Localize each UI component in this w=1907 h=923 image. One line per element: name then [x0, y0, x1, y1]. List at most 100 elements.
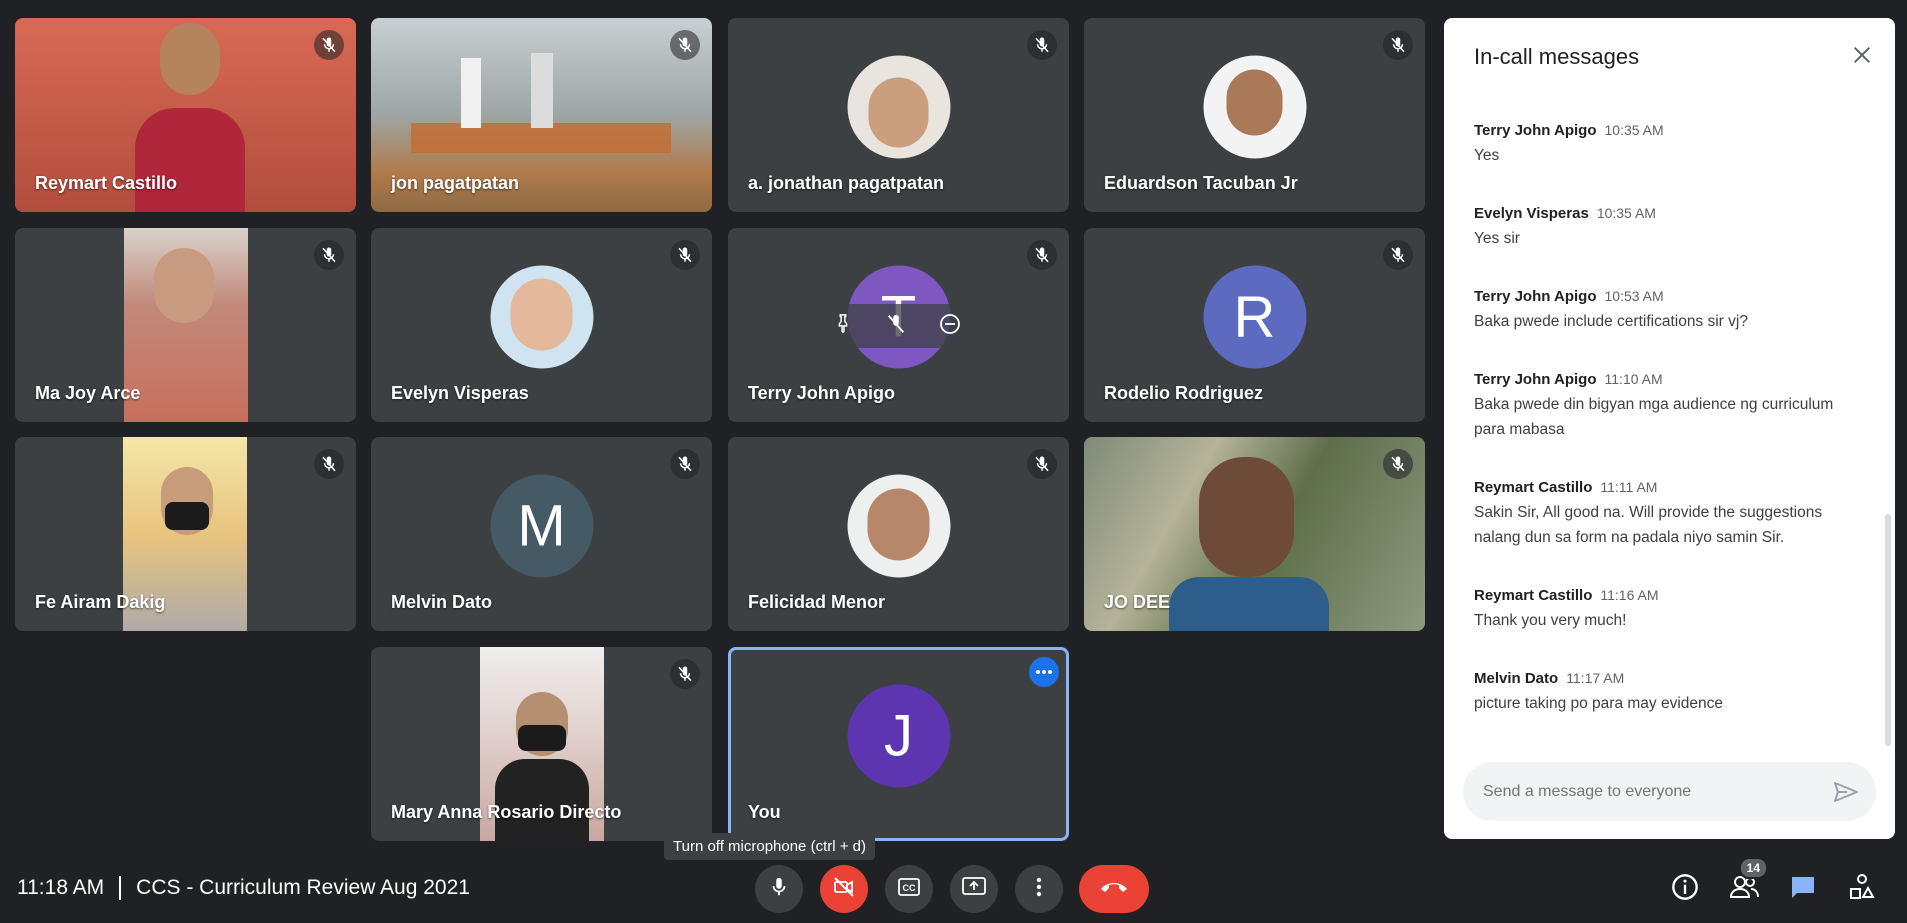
avatar: [1203, 55, 1306, 159]
message-composer: [1463, 762, 1876, 821]
avatar: R: [1203, 265, 1306, 369]
message-sender: Terry John Apigo: [1474, 371, 1597, 388]
participant-tile[interactable]: Eduardson Tacuban Jr: [1084, 18, 1425, 212]
mic-off-icon: [314, 30, 344, 60]
self-tile[interactable]: J You: [728, 647, 1069, 841]
captions-button[interactable]: CC: [885, 865, 933, 913]
activities-button[interactable]: [1842, 869, 1882, 909]
captions-icon: CC: [897, 877, 921, 902]
tile-hover-controls: [816, 304, 978, 348]
mic-off-icon: [670, 240, 700, 270]
mic-tooltip: Turn off microphone (ctrl + d): [664, 833, 875, 860]
leave-call-button[interactable]: [1079, 865, 1149, 913]
chat-scrollbar[interactable]: [1885, 514, 1891, 746]
present-button[interactable]: [950, 865, 998, 913]
mic-off-icon: [314, 240, 344, 270]
participant-name: Mary Anna Rosario Directo: [391, 802, 622, 822]
chat-message: Terry John Apigo 11:10 AM Baka pwede din …: [1474, 367, 1864, 442]
participant-tile[interactable]: JO DEE: [1084, 437, 1425, 631]
info-icon: [1671, 873, 1699, 906]
videocam-off-icon: [832, 875, 856, 904]
mic-off-icon: [1027, 240, 1057, 270]
participant-name: Eduardson Tacuban Jr: [1104, 173, 1298, 193]
mic-off-icon: [670, 659, 700, 689]
chat-icon: [1789, 874, 1817, 905]
svg-text:CC: CC: [903, 883, 916, 893]
people-count-badge: 14: [1738, 857, 1768, 879]
call-end-icon: [1099, 880, 1129, 899]
participant-name: Rodelio Rodriguez: [1104, 383, 1263, 403]
mic-off-icon[interactable]: [885, 313, 907, 340]
mic-off-icon: [670, 30, 700, 60]
message-text: picture taking po para may evidence: [1474, 695, 1724, 712]
mic-off-icon: [1383, 449, 1413, 479]
mic-off-icon: [314, 449, 344, 479]
avatar: M: [490, 474, 593, 578]
avatar: [490, 265, 593, 369]
chat-button[interactable]: [1783, 869, 1823, 909]
close-icon[interactable]: [1851, 44, 1873, 71]
participant-tile[interactable]: Evelyn Visperas: [371, 228, 712, 422]
message-sender: Reymart Castillo: [1474, 479, 1593, 496]
send-icon[interactable]: [1826, 781, 1866, 803]
chat-message: Reymart Castillo 11:16 AM Thank you very …: [1474, 583, 1864, 633]
more-options-button[interactable]: [1015, 865, 1063, 913]
participant-tile[interactable]: Ma Joy Arce: [15, 228, 356, 422]
chat-panel: In-call messages Terry John Apigo 10:35 A…: [1444, 18, 1895, 839]
participant-name: JO DEE: [1104, 592, 1171, 612]
mic-off-icon: [670, 449, 700, 479]
meeting-info-button[interactable]: [1665, 869, 1705, 909]
chat-message: Terry John Apigo 10:35 AM Yes: [1474, 118, 1864, 168]
minus-circle-icon[interactable]: [938, 312, 962, 341]
present-icon: [961, 876, 987, 903]
mic-off-icon: [1027, 449, 1057, 479]
participant-tile[interactable]: Fe Airam Dakig: [15, 437, 356, 631]
meeting-time: 11:18 AM: [17, 876, 105, 899]
message-sender: Evelyn Visperas: [1474, 205, 1589, 222]
participant-video: [124, 228, 248, 422]
chat-message: Reymart Castillo 11:11 AM Sakin Sir, All …: [1474, 475, 1864, 550]
message-text: Sakin Sir, All good na. Will provide the…: [1474, 504, 1823, 546]
chat-message: Melvin Dato 11:17 AM picture taking po pa…: [1474, 666, 1864, 716]
participant-tile[interactable]: Reymart Castillo: [15, 18, 356, 212]
participant-name: You: [748, 802, 781, 822]
people-button[interactable]: 14: [1724, 857, 1768, 909]
message-input[interactable]: [1481, 781, 1826, 802]
more-horizontal-icon[interactable]: [1029, 657, 1059, 687]
meeting-details: 11:18 AM CCS - Curriculum Review Aug 202…: [17, 876, 470, 900]
message-time: 11:10 AM: [1604, 371, 1663, 387]
message-time: 11:16 AM: [1600, 587, 1659, 603]
participant-name: a. jonathan pagatpatan: [748, 173, 945, 193]
chat-message: Evelyn Visperas 10:35 AM Yes sir: [1474, 201, 1864, 251]
participant-name: Melvin Dato: [391, 592, 493, 612]
mic-button[interactable]: [755, 865, 803, 913]
participant-tile[interactable]: R Rodelio Rodriguez: [1084, 228, 1425, 422]
participant-tile[interactable]: a. jonathan pagatpatan: [728, 18, 1069, 212]
message-time: 11:11 AM: [1600, 479, 1658, 495]
participant-tile[interactable]: Felicidad Menor: [728, 437, 1069, 631]
participant-tile[interactable]: T Terry John Apigo: [728, 228, 1069, 422]
mic-off-icon: [1383, 240, 1413, 270]
participant-tile[interactable]: jon pagatpatan: [371, 18, 712, 212]
message-time: 10:53 AM: [1604, 288, 1664, 304]
avatar: J: [847, 684, 950, 788]
message-time: 10:35 AM: [1604, 122, 1664, 138]
participant-name: Reymart Castillo: [35, 173, 178, 193]
mic-off-icon: [1027, 30, 1057, 60]
avatar: [847, 474, 950, 578]
message-sender: Terry John Apigo: [1474, 288, 1597, 305]
message-time: 11:17 AM: [1566, 670, 1625, 686]
message-sender: Terry John Apigo: [1474, 122, 1597, 139]
camera-button[interactable]: [820, 865, 868, 913]
message-sender: Reymart Castillo: [1474, 587, 1593, 604]
message-text: Thank you very much!: [1474, 612, 1627, 629]
message-text: Baka pwede include certifications sir vj…: [1474, 313, 1748, 330]
more-vert-icon: [1036, 877, 1042, 902]
divider: [119, 876, 122, 900]
avatar: [847, 55, 950, 159]
pin-icon[interactable]: [832, 313, 854, 340]
participant-tile[interactable]: Mary Anna Rosario Directo: [371, 647, 712, 841]
participant-tile[interactable]: M Melvin Dato: [371, 437, 712, 631]
meeting-title[interactable]: CCS - Curriculum Review Aug 2021: [136, 876, 470, 900]
message-text: Baka pwede din bigyan mga audience ng cu…: [1474, 396, 1834, 438]
